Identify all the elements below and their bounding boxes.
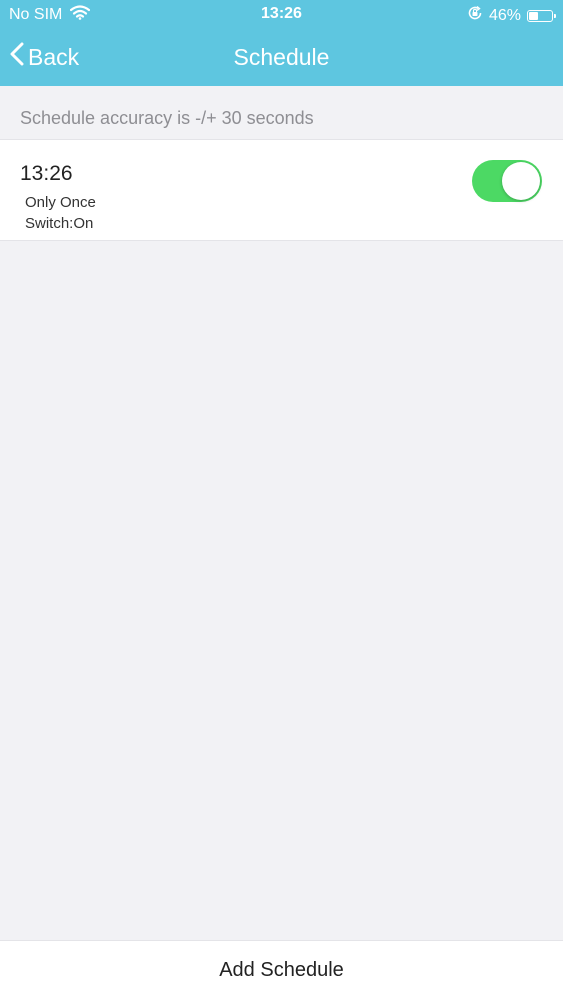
battery-fill — [529, 11, 538, 20]
battery-cap — [554, 13, 556, 18]
page-title: Schedule — [233, 44, 330, 70]
toggle-knob — [502, 162, 540, 200]
schedule-repeat: Only Once — [25, 194, 96, 211]
schedule-toggle[interactable] — [472, 160, 542, 202]
status-right: 46% — [467, 5, 556, 26]
header: No SIM 13:26 46% Back Schedule — [0, 0, 563, 86]
schedule-time: 13:26 — [20, 162, 73, 185]
battery-percent: 46% — [488, 6, 521, 24]
schedule-action: Switch:On — [25, 215, 94, 232]
nav-bar: Back Schedule — [0, 30, 563, 86]
status-bar: No SIM 13:26 46% — [0, 0, 563, 30]
accuracy-note: Schedule accuracy is -/+ 30 seconds — [20, 108, 314, 128]
add-schedule-button[interactable]: Add Schedule — [0, 940, 563, 1000]
orientation-lock-icon — [467, 5, 483, 26]
add-schedule-label: Add Schedule — [219, 959, 344, 981]
battery-icon — [527, 9, 556, 22]
schedule-screen: No SIM 13:26 46% Back Schedule Schedule … — [0, 0, 563, 1000]
schedule-list-item[interactable]: 13:26 Only Once Switch:On — [0, 139, 563, 241]
